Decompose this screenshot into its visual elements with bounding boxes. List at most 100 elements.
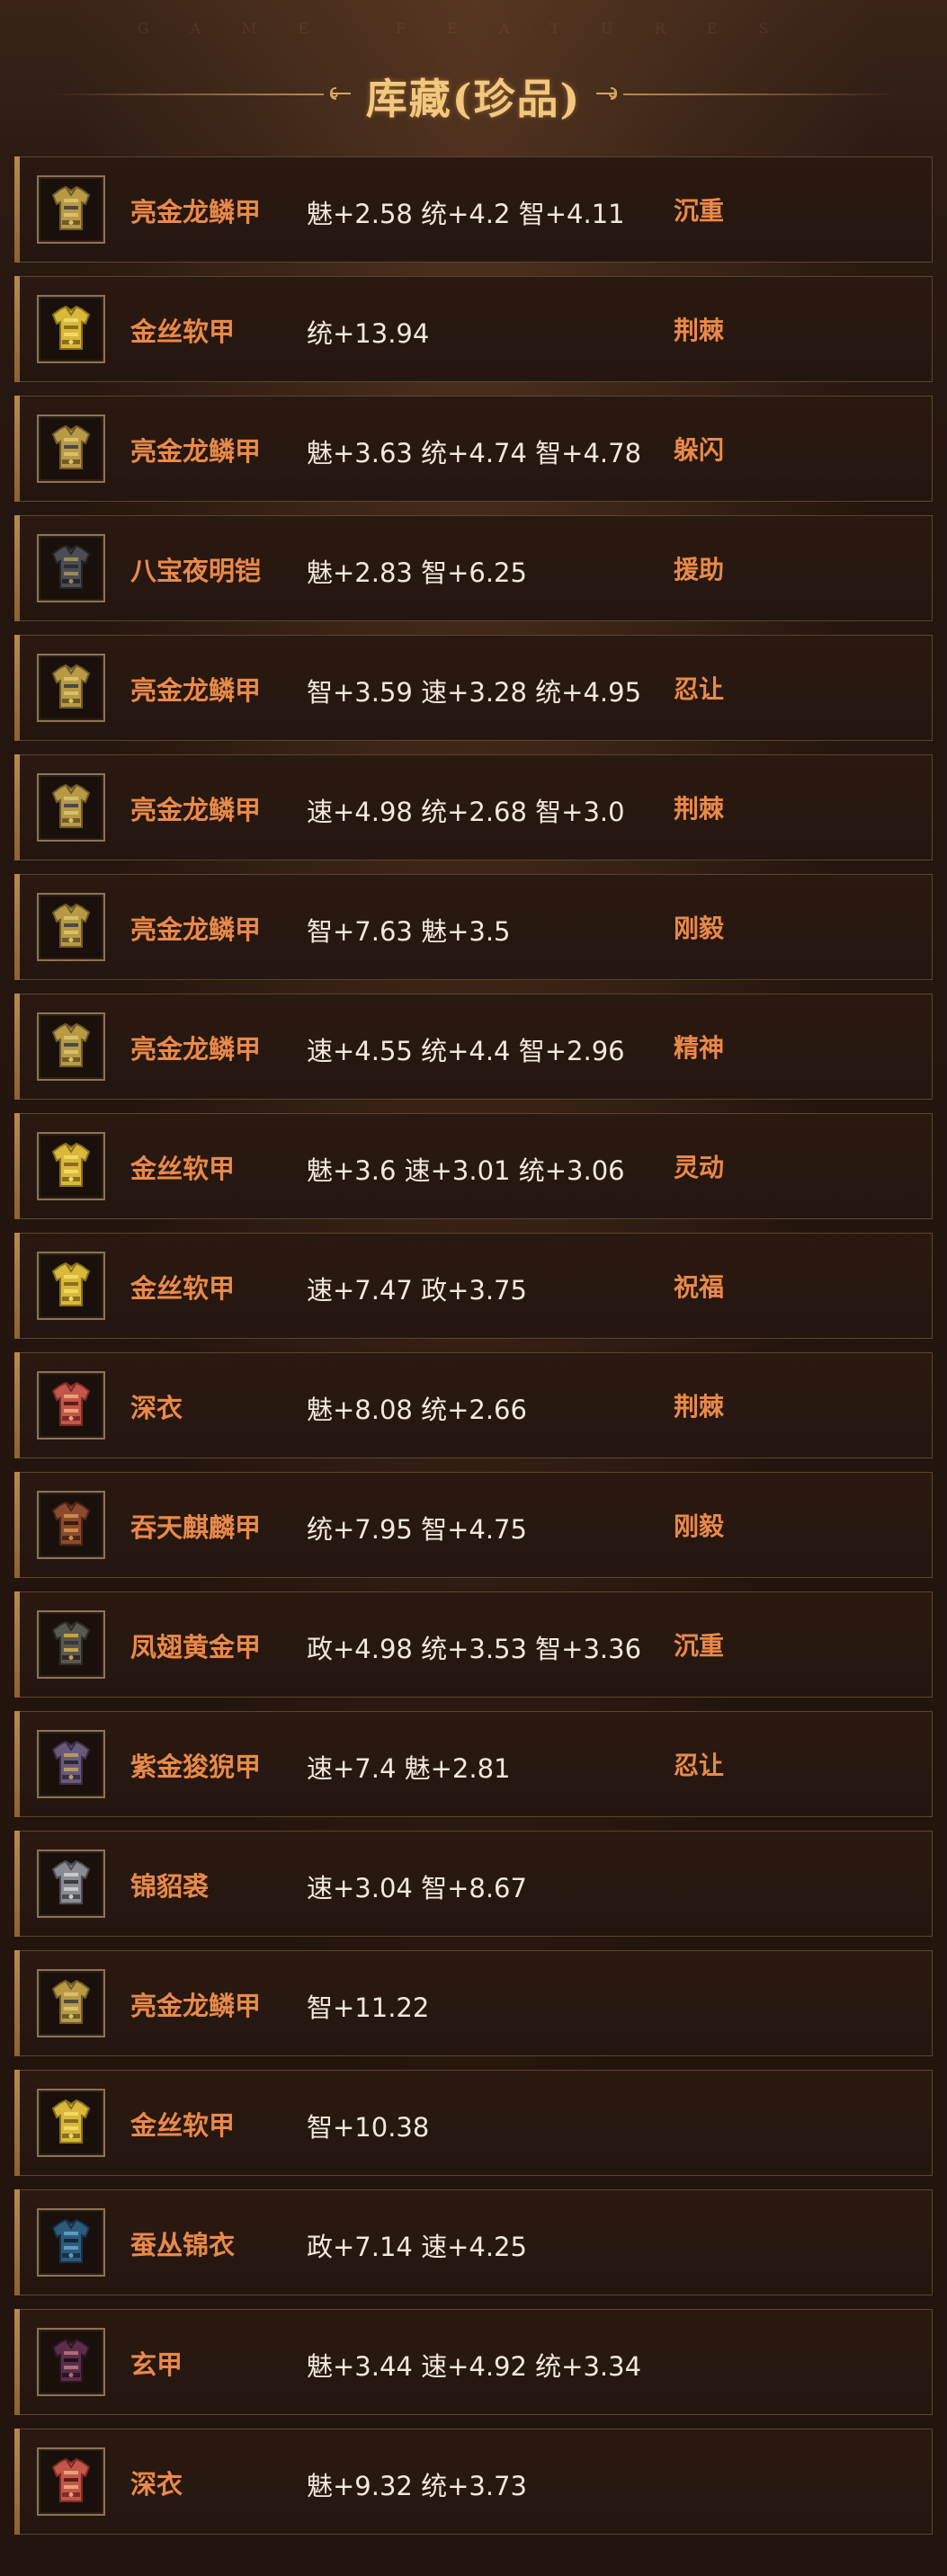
- dark-purple-armor-icon: [51, 2338, 91, 2383]
- item-name: 深衣: [130, 1393, 183, 1423]
- list-item[interactable]: 蚕丛锦衣 政+7.14 速+4.25: [14, 2189, 933, 2295]
- list-item[interactable]: 八宝夜明铠 魅+2.83 智+6.25 援助: [14, 515, 933, 621]
- list-item[interactable]: 亮金龙鳞甲 魅+2.58 统+4.2 智+4.11 沉重: [14, 156, 933, 263]
- item-trait: 躲闪: [674, 435, 725, 465]
- item-stats: 魅+2.83 智+6.25: [307, 557, 527, 588]
- item-name: 亮金龙鳞甲: [130, 1991, 262, 2021]
- red-robe-icon: [51, 1381, 91, 1426]
- item-stats: 速+4.98 统+2.68 智+3.0: [307, 797, 625, 827]
- item-icon-frame: [37, 1252, 105, 1320]
- item-name: 亮金龙鳞甲: [130, 914, 262, 945]
- item-icon-frame: [37, 2328, 105, 2396]
- item-stats: 速+3.04 智+8.67: [307, 1873, 527, 1903]
- list-item[interactable]: 亮金龙鳞甲 智+3.59 速+3.28 统+4.95 忍让: [14, 635, 933, 741]
- item-stats: 政+7.14 速+4.25: [307, 2232, 527, 2262]
- item-stats: 政+4.98 统+3.53 智+3.36: [307, 1634, 642, 1664]
- list-item[interactable]: 紫金狻猊甲 速+7.4 魅+2.81 忍让: [14, 1711, 933, 1817]
- item-stats: 魅+9.32 统+3.73: [307, 2471, 527, 2501]
- item-trait: 精神: [674, 1033, 725, 1063]
- item-icon-frame: [37, 1610, 105, 1679]
- list-item[interactable]: 锦貂裘 速+3.04 智+8.67: [14, 1831, 933, 1937]
- list-item[interactable]: 亮金龙鳞甲 魅+3.63 统+4.74 智+4.78 躲闪: [14, 396, 933, 502]
- item-icon-frame: [37, 1012, 105, 1081]
- item-stats: 智+3.59 速+3.28 统+4.95: [307, 677, 642, 708]
- item-trait: 灵动: [674, 1153, 725, 1182]
- blue-brocade-robe-icon: [51, 2218, 91, 2263]
- item-stats: 速+7.4 魅+2.81: [307, 1753, 511, 1784]
- item-name: 金丝软甲: [130, 316, 236, 347]
- golden-dragon-scale-armor-icon: [51, 185, 91, 230]
- item-name: 锦貂裘: [130, 1871, 210, 1902]
- item-name: 八宝夜明铠: [130, 556, 262, 586]
- list-item[interactable]: 金丝软甲 魅+3.6 速+3.01 统+3.06 灵动: [14, 1113, 933, 1219]
- item-icon-frame: [37, 1132, 105, 1200]
- item-icon-frame: [37, 1371, 105, 1440]
- item-name: 金丝软甲: [130, 2110, 236, 2141]
- item-icon-frame: [37, 534, 105, 602]
- item-stats: 智+11.22: [307, 1992, 430, 2023]
- header-divider-left: [45, 94, 324, 95]
- item-trait: 忍让: [674, 674, 725, 704]
- list-item[interactable]: 金丝软甲 统+13.94 荆棘: [14, 276, 933, 382]
- item-stats: 魅+2.58 统+4.2 智+4.11: [307, 199, 625, 229]
- scroll-ornament-right-icon: [596, 87, 618, 100]
- item-trait: 刚毅: [674, 1511, 725, 1541]
- item-name: 亮金龙鳞甲: [130, 675, 262, 706]
- item-trait: 荆棘: [674, 1392, 725, 1422]
- item-icon-frame: [37, 175, 105, 244]
- gold-silk-armor-icon: [51, 2099, 91, 2144]
- page-title: 库藏(珍品): [365, 75, 582, 123]
- list-item[interactable]: 亮金龙鳞甲 智+11.22: [14, 1950, 933, 2056]
- header-divider-right: [623, 94, 902, 95]
- scroll-ornament-left-icon: [329, 87, 351, 100]
- list-item[interactable]: 深衣 魅+8.08 统+2.66 荆棘: [14, 1352, 933, 1458]
- item-name: 亮金龙鳞甲: [130, 436, 262, 467]
- list-item[interactable]: 凤翅黄金甲 政+4.98 统+3.53 智+3.36 沉重: [14, 1591, 933, 1698]
- item-icon-frame: [37, 414, 105, 483]
- item-trait: 荆棘: [674, 794, 725, 824]
- item-stats: 速+4.55 统+4.4 智+2.96: [307, 1036, 625, 1066]
- golden-dragon-scale-armor-icon: [51, 783, 91, 828]
- list-item[interactable]: 金丝软甲 智+10.38: [14, 2070, 933, 2176]
- list-item[interactable]: 吞天麒麟甲 统+7.95 智+4.75 刚毅: [14, 1472, 933, 1578]
- qilin-armor-icon: [51, 1501, 91, 1546]
- item-stats: 速+7.47 政+3.75: [307, 1275, 527, 1306]
- item-name: 深衣: [130, 2469, 183, 2500]
- golden-dragon-scale-armor-icon: [51, 1022, 91, 1067]
- item-stats: 智+7.63 魅+3.5: [307, 916, 511, 947]
- item-icon-frame: [37, 893, 105, 961]
- item-icon-frame: [37, 654, 105, 722]
- item-name: 亮金龙鳞甲: [130, 795, 262, 825]
- faint-caption: GAME FEATURES: [137, 20, 810, 37]
- item-icon-frame: [37, 1491, 105, 1559]
- list-item[interactable]: 亮金龙鳞甲 速+4.55 统+4.4 智+2.96 精神: [14, 994, 933, 1100]
- item-trait: 沉重: [674, 1631, 725, 1661]
- golden-dragon-scale-armor-icon: [51, 664, 91, 709]
- item-icon-frame: [37, 773, 105, 842]
- list-item[interactable]: 金丝软甲 速+7.47 政+3.75 祝福: [14, 1233, 933, 1339]
- item-icon-frame: [37, 2089, 105, 2157]
- item-stats: 统+7.95 智+4.75: [307, 1514, 527, 1545]
- item-name: 亮金龙鳞甲: [130, 197, 262, 227]
- purple-gold-armor-icon: [51, 1740, 91, 1785]
- list-item[interactable]: 亮金龙鳞甲 速+4.98 统+2.68 智+3.0 荆棘: [14, 754, 933, 860]
- item-icon-frame: [37, 1850, 105, 1918]
- phoenix-gold-armor-icon: [51, 1620, 91, 1665]
- item-name: 金丝软甲: [130, 1154, 236, 1184]
- list-item[interactable]: 亮金龙鳞甲 智+7.63 魅+3.5 刚毅: [14, 874, 933, 980]
- item-name: 亮金龙鳞甲: [130, 1034, 262, 1065]
- item-stats: 魅+3.44 速+4.92 统+3.34: [307, 2351, 642, 2382]
- item-name: 吞天麒麟甲: [130, 1512, 262, 1543]
- page-background: GAME FEATURES 库藏(珍品) 亮金龙鳞甲 魅+2.58 统+4.2 智…: [0, 0, 947, 2576]
- item-icon-frame: [37, 2208, 105, 2277]
- item-icon-frame: [37, 2447, 105, 2516]
- list-item[interactable]: 玄甲 魅+3.44 速+4.92 统+3.34: [14, 2309, 933, 2415]
- red-robe-icon: [51, 2457, 91, 2502]
- section-header: 库藏(珍品): [0, 63, 947, 126]
- item-trait: 荆棘: [674, 316, 725, 345]
- item-icon-frame: [37, 295, 105, 363]
- item-trait: 沉重: [674, 196, 725, 226]
- item-trait: 忍让: [674, 1751, 725, 1780]
- sable-fur-coat-icon: [51, 1859, 91, 1904]
- list-item[interactable]: 深衣 魅+9.32 统+3.73: [14, 2429, 933, 2535]
